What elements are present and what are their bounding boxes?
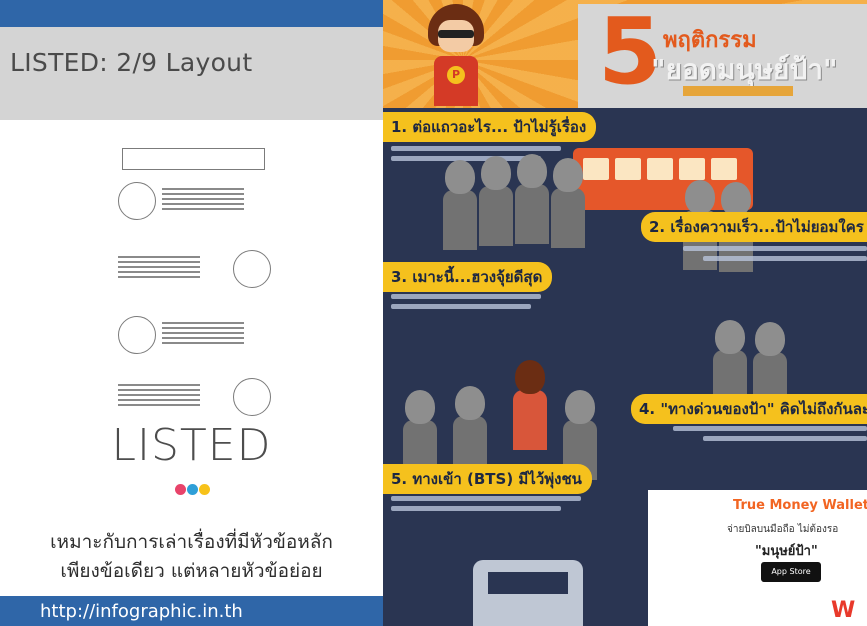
item-3-text bbox=[391, 294, 541, 299]
promo-title: True Money Wallet bbox=[733, 498, 867, 513]
item-3-label: 3. เมาะนี้...ฮวงจุ้ยดีสุด bbox=[383, 262, 553, 292]
wireframe-lines bbox=[118, 384, 200, 409]
item-1-text bbox=[391, 156, 541, 161]
wireframe-header-box bbox=[122, 148, 265, 170]
item-3-text bbox=[391, 304, 531, 309]
brand-dot-blue bbox=[187, 484, 198, 495]
brand-dots bbox=[175, 480, 211, 495]
item-1-label: 1. ต่อแถวอะไร... ป้าไม่รู้เรื่อง bbox=[383, 112, 597, 142]
wireframe-lines bbox=[162, 188, 244, 213]
promo-quote: "มนุษย์ป้า" bbox=[755, 544, 818, 559]
superhero-auntie-illustration: P bbox=[428, 4, 484, 106]
top-accent-bar bbox=[0, 0, 383, 27]
source-url[interactable]: http://infographic.in.th bbox=[40, 601, 243, 622]
wireframe-circle bbox=[118, 316, 156, 354]
wireframe-circle bbox=[233, 250, 271, 288]
wireframe-lines bbox=[162, 322, 244, 347]
item-5-text bbox=[391, 496, 581, 501]
item-2-text bbox=[703, 256, 867, 261]
infographic-image: 5 พฤติกรรม "ยอดมนุษย์ป้า" P 1. ต่อแถวอะไ… bbox=[383, 0, 867, 626]
slide: LISTED: 2/9 Layout LISTED เหมาะกับการเล่… bbox=[0, 0, 867, 626]
item-4-label: 4. "ทางด่วนของป้า" คิดไม่ถึงกันละสิ bbox=[631, 394, 867, 424]
brand-logo-text: LISTED bbox=[111, 420, 272, 471]
layout-description: เหมาะกับการเล่าเรื่องที่มีหัวข้อหลัก เพี… bbox=[0, 528, 383, 586]
bts-train-illustration bbox=[473, 560, 583, 626]
description-line-1: เหมาะกับการเล่าเรื่องที่มีหัวข้อหลัก bbox=[50, 531, 333, 553]
wireframe-circle bbox=[118, 182, 156, 220]
layout-panel: LISTED: 2/9 Layout LISTED เหมาะกับการเล่… bbox=[0, 0, 383, 626]
item-5-label: 5. ทางเข้า (BTS) มีไว้พุ่งชน bbox=[383, 464, 592, 494]
wireframe-circle bbox=[233, 378, 271, 416]
wireframe-lines bbox=[118, 256, 200, 281]
brand-dot-yellow bbox=[199, 484, 210, 495]
subtitle-strip bbox=[683, 86, 793, 96]
truemoney-logo: W bbox=[831, 598, 856, 623]
item-4-text bbox=[703, 436, 867, 441]
promo-line: จ่ายบิลบนมือถือ ไม่ต้องรอ bbox=[727, 524, 839, 535]
item-2-label: 2. เรื่องความเร็ว...ป้าไม่ยอมใคร bbox=[641, 212, 867, 242]
description-line-2: เพียงข้อเดียว แต่หลายหัวข้อย่อย bbox=[60, 560, 323, 582]
item-1-text bbox=[391, 146, 561, 151]
app-store-badge: App Store bbox=[761, 562, 821, 582]
hero-badge: P bbox=[447, 66, 465, 84]
brand-dot-pink bbox=[175, 484, 186, 495]
item-4-text bbox=[673, 426, 867, 431]
item-2-text bbox=[683, 246, 867, 251]
item-5-text bbox=[391, 506, 561, 511]
slide-title: LISTED: 2/9 Layout bbox=[10, 48, 253, 77]
